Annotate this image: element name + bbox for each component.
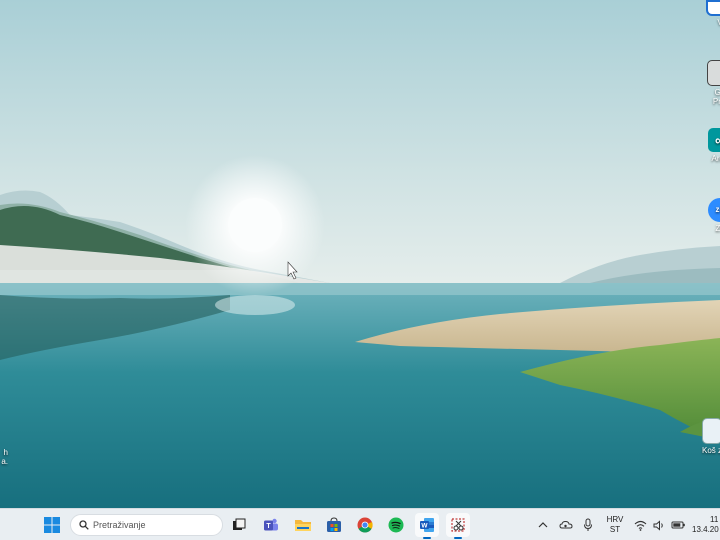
desktop-icon-arduino[interactable]: ∞ Ardu xyxy=(700,128,720,163)
language-code: HRV xyxy=(606,515,624,524)
tray-app-cloud[interactable] xyxy=(558,517,574,533)
chrome-browser-button[interactable] xyxy=(353,513,377,537)
quick-settings-button[interactable] xyxy=(634,517,686,533)
volume-icon xyxy=(653,519,663,531)
clock-time: 11 xyxy=(710,515,719,524)
app-icon xyxy=(706,0,720,16)
task-view-button[interactable] xyxy=(227,513,251,537)
search-input[interactable] xyxy=(93,520,213,530)
desktop-icon-left-partial[interactable]: h a. xyxy=(0,448,8,466)
show-hidden-icons-button[interactable] xyxy=(536,517,550,533)
spotify-icon xyxy=(388,517,404,533)
battery-icon xyxy=(671,521,685,529)
start-button[interactable] xyxy=(40,513,64,537)
microphone-button[interactable] xyxy=(581,517,595,533)
zoom-icon: zo xyxy=(708,198,720,222)
svg-text:W: W xyxy=(421,523,428,530)
windows-logo-icon xyxy=(44,517,60,533)
snipping-tool-button[interactable] xyxy=(446,513,470,539)
desktop-icon-label: V xyxy=(700,18,720,27)
chrome-icon xyxy=(357,517,373,533)
arduino-icon: ∞ xyxy=(708,128,720,152)
task-view-icon xyxy=(233,518,246,530)
desktop-icon-label: Go xyxy=(714,88,720,97)
snipping-tool-icon xyxy=(451,518,465,532)
desktop-icon-label: h xyxy=(3,448,8,457)
word-icon: W xyxy=(420,518,434,532)
desktop-icon-label: Zo xyxy=(715,224,720,233)
microsoft-store-button[interactable] xyxy=(322,513,346,537)
wifi-icon xyxy=(634,520,647,531)
desktop-icon-zoom[interactable]: zo Zo xyxy=(700,198,720,233)
search-icon xyxy=(79,520,89,530)
taskbar-search-box[interactable] xyxy=(70,514,223,536)
microphone-icon xyxy=(584,518,592,531)
file-explorer-button[interactable] xyxy=(291,513,315,537)
desktop[interactable]: V Go Prin ∞ Ardu zo Zo Koš z h a. xyxy=(0,0,720,508)
desktop-icon-go-printer[interactable]: Go Prin xyxy=(700,60,720,106)
desktop-icon-label: Ardu xyxy=(711,154,720,163)
store-bag-icon xyxy=(327,517,341,532)
desktop-icon-v[interactable]: V xyxy=(700,0,720,27)
keyboard-layout-code: ST xyxy=(609,525,621,534)
desktop-icon-label: Koš z xyxy=(701,446,720,455)
desktop-icon-recycle-bin[interactable]: Koš z xyxy=(692,418,720,455)
desktop-icon-label-line2: a. xyxy=(1,457,8,466)
svg-text:T: T xyxy=(266,523,271,530)
teams-app-button[interactable]: T xyxy=(259,513,283,537)
desktop-icon-label-line2: Prin xyxy=(712,97,720,106)
wallpaper-lake-landscape xyxy=(0,0,720,508)
chevron-up-icon xyxy=(538,522,548,528)
recycle-bin-icon xyxy=(702,418,720,444)
printer-icon xyxy=(707,60,720,86)
input-language-indicator[interactable]: HRV ST xyxy=(602,515,628,535)
taskbar: T xyxy=(0,508,720,540)
clock-date: 13.4.20 xyxy=(692,525,719,534)
cloud-sync-icon xyxy=(559,520,573,529)
clock-date-button[interactable]: 11 13.4.20 xyxy=(690,515,720,535)
word-app-button[interactable]: W xyxy=(415,513,439,539)
folder-icon xyxy=(295,520,311,531)
teams-icon: T xyxy=(264,518,278,531)
spotify-app-button[interactable] xyxy=(384,513,408,537)
